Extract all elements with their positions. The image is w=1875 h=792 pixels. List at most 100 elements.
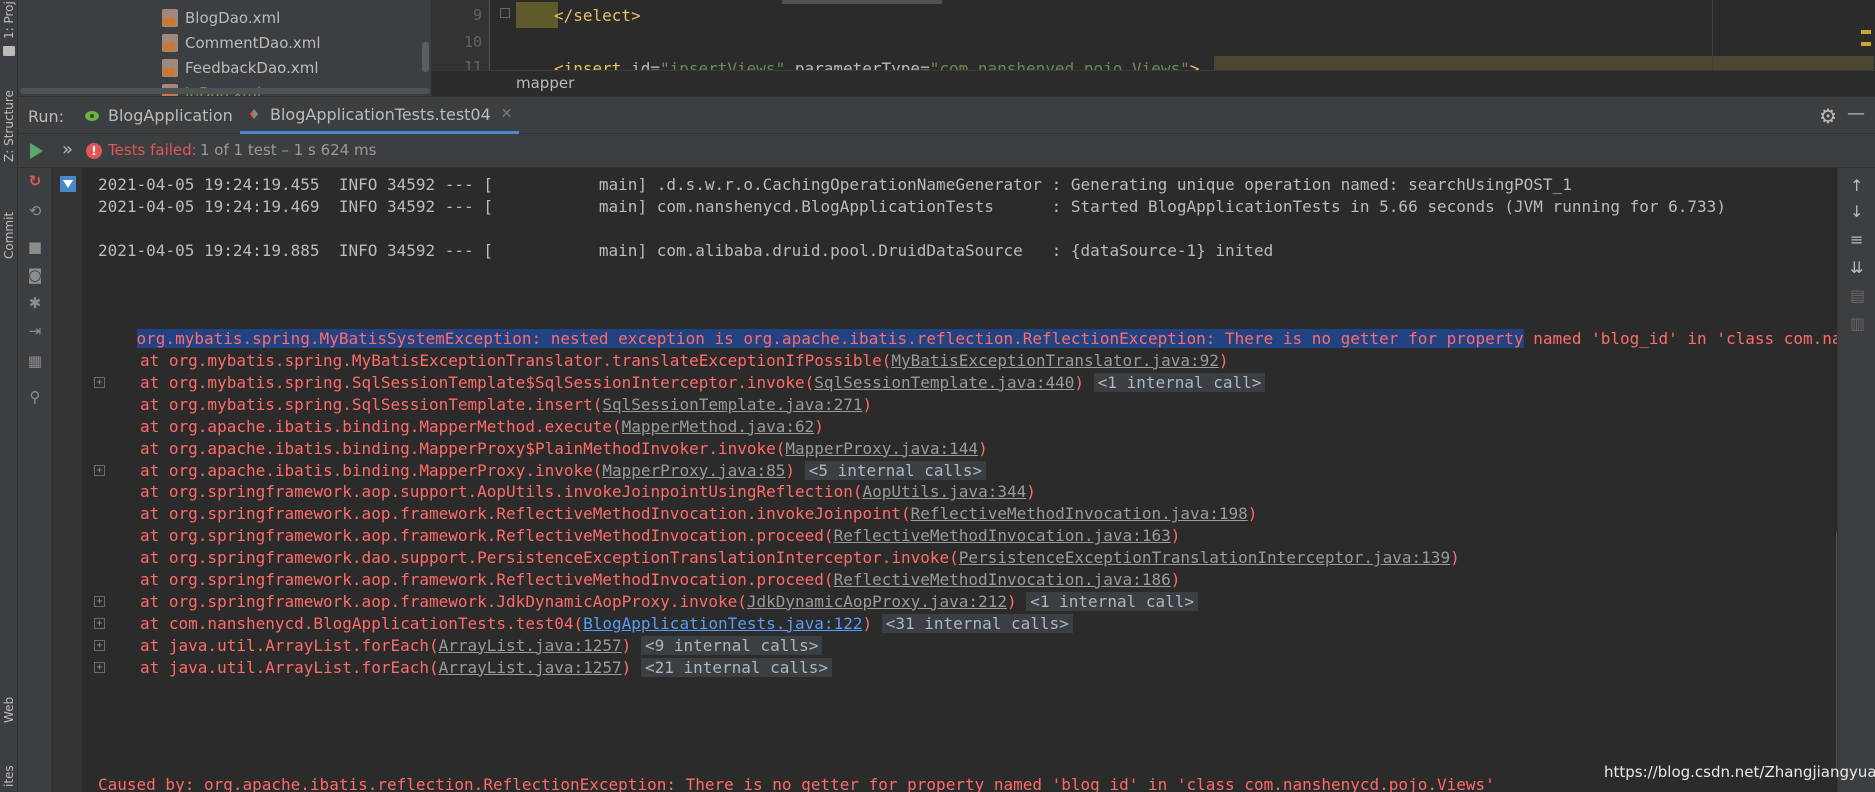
error-icon: ! (86, 143, 102, 159)
internal-calls-badge[interactable]: <21 internal calls> (640, 657, 832, 677)
expand-fold-icon[interactable]: + (94, 639, 105, 651)
stop-icon[interactable]: ■ (27, 240, 43, 255)
project-tool-button[interactable]: 1: Proj (0, 0, 18, 40)
clear-icon[interactable]: ▥ (1850, 316, 1865, 332)
source-link[interactable]: PersistenceExceptionTranslationIntercept… (959, 548, 1450, 567)
stack-frame-text: at org.springframework.aop.support.AopUt… (140, 482, 863, 502)
attr-id-value: "insertViews" (659, 59, 786, 70)
source-link[interactable]: AopUtils.java:344 (862, 482, 1026, 501)
left-tool-stripe: 1: Proj Z: Structure Commit Web ites (0, 0, 18, 792)
internal-calls-badge[interactable]: <5 internal calls> (804, 460, 987, 480)
source-link[interactable]: BlogApplicationTests.java:122 (583, 614, 862, 633)
stack-frame-text: at org.springframework.aop.framework.Ref… (140, 504, 911, 524)
source-link[interactable]: SqlSessionTemplate.java:440 (814, 373, 1074, 392)
expand-chevrons-icon[interactable]: » (62, 139, 73, 160)
stack-frame-text: at org.mybatis.spring.SqlSessionTemplate… (140, 372, 815, 392)
source-link[interactable]: ReflectiveMethodInvocation.java:198 (911, 504, 1248, 523)
exit-icon[interactable]: ⇥ (27, 324, 43, 339)
console-output[interactable]: 2021-04-05 19:24:19.455 INFO 34592 --- [… (82, 168, 1837, 792)
stack-frame: + at com.nanshenycd.BlogApplicationTests.… (94, 613, 1073, 635)
expand-fold-icon[interactable]: + (94, 376, 105, 388)
attr-id: id= (631, 59, 660, 70)
source-link[interactable]: MapperProxy.java:85 (602, 461, 785, 480)
internal-calls-badge[interactable]: <1 internal call> (1093, 372, 1266, 392)
source-link[interactable]: ReflectiveMethodInvocation.java:163 (834, 526, 1171, 545)
stack-frame-tail: ) (1026, 482, 1036, 502)
structure-tool-button[interactable]: Z: Structure (0, 86, 18, 166)
commit-tool-label: Commit (2, 211, 16, 259)
source-link[interactable]: JdkDynamicAopProxy.java:212 (747, 592, 1007, 611)
internal-calls-badge[interactable]: <1 internal call> (1026, 591, 1199, 611)
tag-end: > (1189, 59, 1200, 70)
stack-frame-tail: ) (862, 394, 873, 414)
close-icon[interactable]: ✕ (501, 106, 513, 122)
tree-horizontal-scrollbar[interactable] (20, 88, 430, 94)
stack-frame-tail: ) (1247, 504, 1258, 524)
up-arrow-icon[interactable]: ↑ (1850, 178, 1863, 194)
stack-frame-tail: ) (1170, 570, 1181, 589)
internal-calls-badge[interactable]: <31 internal calls> (881, 613, 1073, 633)
tree-item-blogdao[interactable]: BlogDao.xml (162, 6, 280, 30)
down-arrow-icon[interactable]: ↓ (1850, 204, 1863, 220)
pin-icon[interactable]: ⚲ (27, 390, 43, 405)
tree-item-commentdao[interactable]: CommentDao.xml (162, 31, 321, 55)
source-link[interactable]: ReflectiveMethodInvocation.java:186 (834, 570, 1171, 589)
stack-frame-text: at org.springframework.dao.support.Persi… (140, 548, 959, 568)
rerun-play-icon[interactable] (30, 143, 43, 159)
warning-marker[interactable] (1861, 42, 1871, 46)
insert-tag-highlight (1214, 56, 1874, 70)
breadcrumb: mapper (432, 70, 1875, 96)
settings-gear-icon[interactable]: ✱ (27, 296, 43, 311)
expand-fold-icon[interactable]: + (94, 464, 105, 476)
stack-frame: at org.springframework.aop.framework.Ref… (140, 525, 1180, 547)
source-link[interactable]: MapperProxy.java:144 (785, 439, 978, 458)
tab-blog-application-tests[interactable]: BlogApplicationTests.test04 ✕ (240, 97, 519, 134)
attr-parameter-type-value: "com.nanshenyed.pojo.Views" (929, 59, 1190, 70)
code-editor[interactable]: 9 10 11 </select> <insert id="insertView… (432, 0, 1875, 96)
tree-item-feedbackdao[interactable]: FeedbackDao.xml (162, 56, 319, 80)
xml-file-icon (162, 34, 178, 52)
spring-boot-icon (85, 110, 99, 121)
layout-icon[interactable]: ▦ (27, 354, 43, 369)
tab-blog-application[interactable]: BlogApplication ✕ (78, 97, 261, 134)
source-link[interactable]: MapperMethod.java:62 (622, 417, 815, 436)
rerun-failed-icon[interactable]: ↻ (27, 174, 43, 189)
breadcrumb-item-mapper[interactable]: mapper (516, 74, 574, 92)
gear-icon[interactable]: ⚙ (1819, 104, 1837, 128)
print-icon[interactable]: ▤ (1850, 288, 1865, 304)
stack-frame-tail: ) (978, 438, 988, 458)
console-right-toolbar: ↑ ↓ ≡ ⇊ ▤ ▥ (1837, 168, 1875, 792)
internal-calls-badge[interactable]: <9 internal calls> (640, 635, 823, 655)
soft-wrap-icon[interactable]: ≡ (1850, 232, 1863, 248)
caused-by-line: Caused by: org.apache.ibatis.reflection.… (98, 775, 1495, 792)
stack-frame: + at java.util.ArrayList.forEach(ArrayLis… (94, 657, 832, 679)
stack-frame-text: at org.apache.ibatis.binding.MapperProxy… (140, 438, 786, 458)
scroll-to-end-icon[interactable]: ⇊ (1850, 260, 1863, 276)
stack-frame: at org.springframework.aop.framework.Ref… (140, 503, 1257, 525)
stack-frame-text: at org.springframework.aop.framework.Ref… (140, 570, 834, 589)
source-link[interactable]: SqlSessionTemplate.java:271 (602, 395, 862, 414)
stack-frame: + at org.mybatis.spring.SqlSessionTemplat… (94, 372, 1266, 394)
expand-fold-icon[interactable]: + (94, 617, 105, 629)
source-link[interactable]: MyBatisExceptionTranslator.java:92 (891, 351, 1219, 370)
minimize-icon[interactable]: — (1847, 103, 1865, 124)
stack-frame-tail: ) (1006, 591, 1017, 611)
log-line: 2021-04-05 19:24:19.455 INFO 34592 --- [… (98, 175, 1572, 194)
expand-fold-icon[interactable]: + (94, 661, 105, 673)
run-label: Run: (28, 107, 65, 126)
favorites-tool-button[interactable]: ites (0, 760, 18, 792)
tree-scrollbar[interactable] (422, 42, 429, 72)
select-close-tag: </select> (554, 6, 641, 25)
fold-marker-icon[interactable] (500, 8, 510, 18)
camera-icon[interactable]: ◙ (27, 268, 43, 283)
warning-marker[interactable] (1861, 30, 1871, 34)
toggle-auto-test-icon[interactable]: ⟲ (27, 204, 43, 219)
expand-fold-icon[interactable]: + (94, 595, 105, 607)
test-diamond-icon (250, 109, 258, 119)
collapse-arrow-icon[interactable] (60, 176, 76, 192)
source-link[interactable]: ArrayList.java:1257 (439, 636, 622, 655)
source-link[interactable]: ArrayList.java:1257 (439, 658, 622, 677)
stack-frame-tail: ) (1218, 351, 1229, 370)
commit-tool-button[interactable]: Commit (0, 205, 18, 265)
web-tool-button[interactable]: Web (0, 690, 18, 730)
